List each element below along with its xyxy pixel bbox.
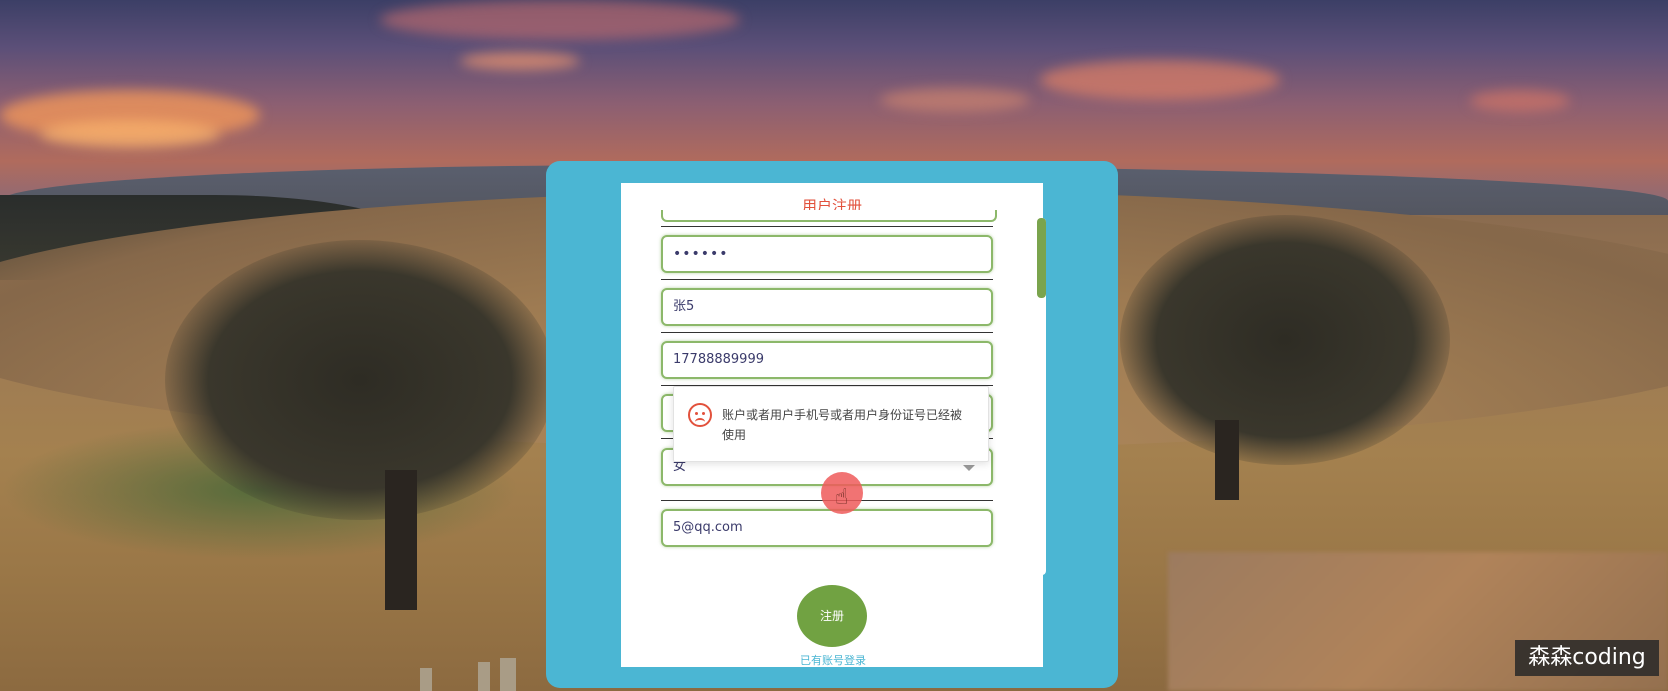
fence-post	[500, 658, 516, 691]
scrolled-input-edge	[661, 210, 997, 222]
eye	[695, 412, 698, 415]
tree-right	[1120, 215, 1450, 465]
cloud	[1470, 90, 1570, 112]
hand-pointer-icon: ☝	[835, 485, 849, 510]
watermark: 森森coding	[1515, 640, 1659, 676]
tree-left	[165, 240, 555, 520]
error-message-text: 账户或者用户手机号或者用户身份证号已经被使用	[722, 408, 963, 442]
email-field[interactable]: 5@qq.com	[661, 509, 993, 547]
tree-trunk	[1215, 420, 1239, 500]
eye	[702, 412, 705, 415]
scrollbar-thumb[interactable]	[1037, 218, 1046, 298]
divider	[661, 279, 993, 280]
divider	[661, 332, 993, 333]
login-link[interactable]: 已有账号登录	[800, 652, 866, 668]
cloud	[880, 88, 1030, 112]
cloud	[1040, 60, 1280, 100]
tree-trunk	[385, 470, 417, 610]
real-name-field[interactable]: 张5	[661, 288, 993, 326]
cloud	[40, 120, 220, 148]
cloud	[380, 0, 740, 40]
register-button[interactable]: 注册	[797, 585, 867, 647]
divider	[661, 226, 993, 227]
fence-post	[478, 662, 490, 691]
fence-post	[420, 668, 432, 691]
phone-field[interactable]: 17788889999	[661, 341, 993, 379]
form-scrollbar[interactable]	[1037, 218, 1046, 575]
error-message-popup: 账户或者用户手机号或者用户身份证号已经被使用	[673, 386, 989, 462]
mouth	[695, 418, 705, 426]
password-field[interactable]: ••••••	[661, 235, 993, 273]
sad-face-icon	[688, 403, 712, 427]
cloud	[460, 52, 580, 70]
chevron-down-icon	[963, 465, 975, 471]
